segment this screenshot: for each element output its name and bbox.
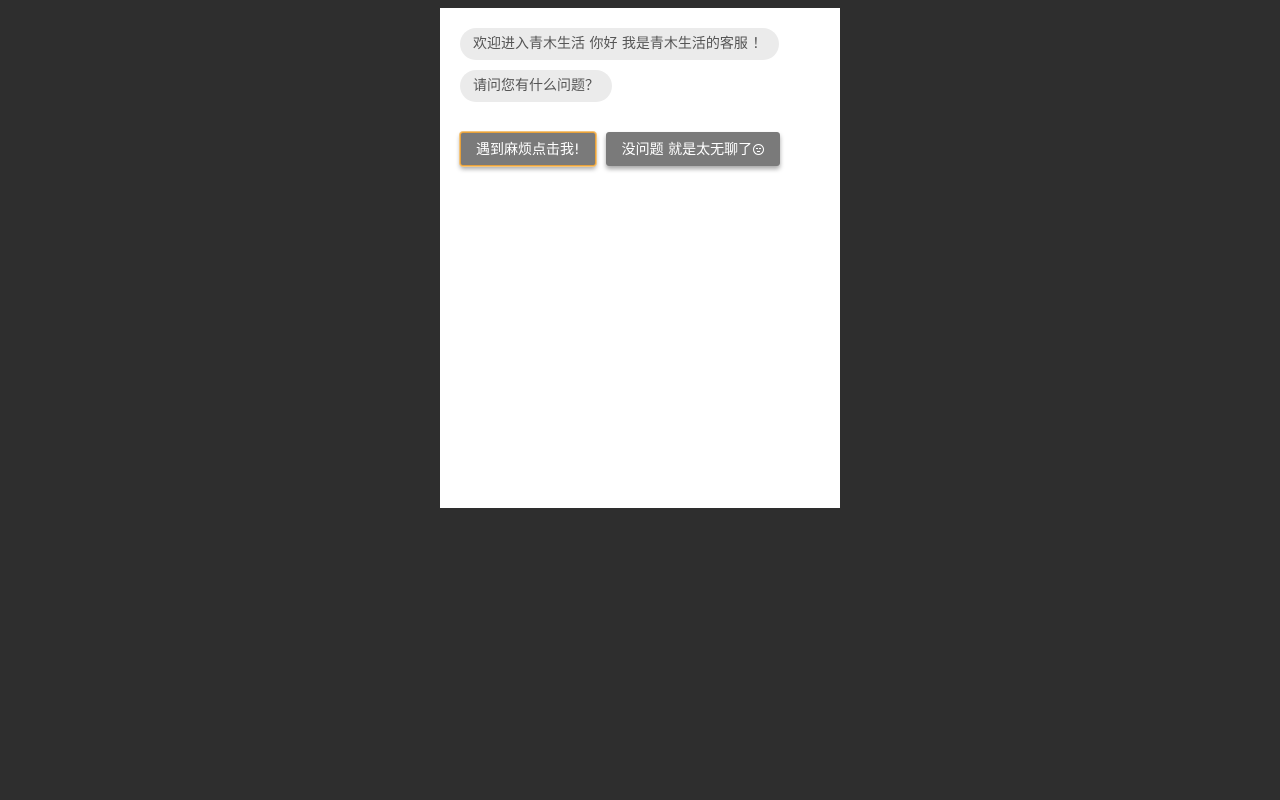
bot-message-welcome: 欢迎进入青木生活 你好 我是青木生活的客服 ！ xyxy=(460,28,780,60)
report-trouble-label: 遇到麻烦点击我! xyxy=(476,142,580,158)
bot-message-question: 请问您有什么问题？ xyxy=(460,70,612,102)
quick-reply-actions: 遇到麻烦点击我! 没问题 就是太无聊了 xyxy=(460,132,820,166)
neutral-face-icon xyxy=(753,144,765,155)
just-bored-button[interactable]: 没问题 就是太无聊了 xyxy=(605,132,781,166)
just-bored-label: 没问题 就是太无聊了 xyxy=(621,142,753,158)
report-trouble-button[interactable]: 遇到麻烦点击我! xyxy=(460,132,596,166)
chat-panel: 欢迎进入青木生活 你好 我是青木生活的客服 ！ 请问您有什么问题？ 遇到麻烦点击… xyxy=(440,8,840,508)
